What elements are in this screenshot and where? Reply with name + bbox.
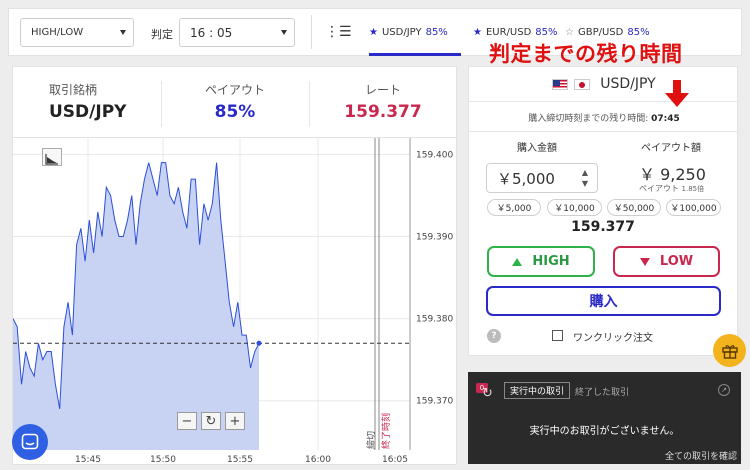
tab-payout: 85%	[535, 26, 558, 38]
gift-button[interactable]	[713, 334, 746, 367]
quick-amount-50000[interactable]: ￥50,000	[607, 199, 661, 216]
zoom-out-button[interactable]: −	[177, 412, 197, 430]
star-icon[interactable]: ★	[473, 27, 482, 38]
amount-input[interactable]: ￥5,000 ▲ ▼	[486, 163, 598, 193]
refresh-icon[interactable]: ↻	[482, 386, 493, 401]
tab-payout: 85%	[627, 26, 650, 38]
x-tick-label: 15:50	[150, 455, 176, 465]
payout-stat: ペイアウト 85%	[161, 67, 309, 139]
symbol-stat: 取引銘柄 USD/JPY	[13, 67, 161, 139]
y-tick-label: 159.370	[416, 397, 453, 407]
order-pair-header: USD/JPY	[469, 67, 739, 101]
triangle-down-icon	[639, 257, 650, 266]
high-label: HIGH	[532, 254, 570, 269]
annotation-text: 判定までの残り時間	[489, 42, 683, 66]
remaining-time-row: 購入締切時刻までの残り時間: 07:45	[469, 111, 739, 124]
tab-pair: USD/JPY	[381, 26, 422, 38]
one-click-checkbox[interactable]	[552, 330, 563, 341]
amount-label: 購入金額	[517, 143, 557, 154]
confirm-all-link[interactable]: 全ての取引を確認	[665, 449, 737, 462]
rate-value: 159.377	[344, 102, 422, 122]
y-tick-label: 159.380	[416, 315, 453, 325]
option-type-select[interactable]: HIGH/LOW	[20, 18, 134, 47]
stepper-icon[interactable]: ▲ ▼	[582, 167, 588, 189]
divider	[469, 131, 739, 132]
chart-type-icon[interactable]	[42, 148, 62, 166]
quick-amount-100000[interactable]: ￥100,000	[666, 199, 721, 216]
quick-amount-10000[interactable]: ￥10,000	[547, 199, 602, 216]
low-label: LOW	[659, 254, 694, 269]
remaining-time: 07:45	[651, 114, 680, 124]
low-button[interactable]: LOW	[613, 246, 720, 277]
payout-label: ペイアウト	[204, 83, 265, 97]
chevron-down-icon	[281, 30, 287, 35]
one-click-label[interactable]: ワンクリック注文	[573, 329, 653, 344]
arrow-down-icon	[665, 80, 689, 107]
jp-flag-icon	[574, 78, 591, 90]
judge-time-value: 16 : 05	[190, 25, 233, 40]
star-icon[interactable]: ★	[369, 27, 378, 38]
us-flag-icon	[552, 78, 569, 90]
deadline-label: 締切	[365, 431, 377, 449]
star-outline-icon[interactable]: ☆	[565, 27, 574, 38]
quick-amount-5000[interactable]: ￥5,000	[487, 199, 541, 216]
order-pair: USD/JPY	[600, 76, 656, 92]
stats-panel: 取引銘柄 USD/JPY ペイアウト 85% レート 159.377	[12, 66, 457, 138]
zoom-reset-button[interactable]: ↻	[201, 412, 221, 430]
menu-icon[interactable]: ⋮☰	[325, 25, 352, 39]
divider	[311, 15, 312, 49]
series-area	[13, 162, 259, 450]
rate-label: レート	[364, 83, 401, 97]
end-time-label: 終了時刻	[380, 413, 392, 449]
zoom-in-button[interactable]: +	[225, 412, 245, 430]
payout-amount-label: ペイアウト額	[641, 143, 701, 154]
payout-multiplier: 1.85倍	[681, 185, 705, 193]
chevron-down-icon	[120, 30, 126, 35]
payout-value: 85%	[214, 102, 256, 122]
tab-pair: EUR/USD	[485, 26, 532, 38]
chat-button[interactable]	[12, 424, 48, 460]
option-type-value: HIGH/LOW	[31, 27, 84, 38]
y-tick-label: 159.390	[416, 233, 453, 243]
y-tick-label: 159.400	[416, 150, 453, 160]
remaining-label: 購入締切時刻までの残り時間:	[528, 114, 649, 124]
tab-active-trades[interactable]: 実行中の取引	[504, 382, 571, 399]
buy-button[interactable]: 購入	[486, 286, 721, 316]
trades-panel: 0 ↻ 実行中の取引 終了した取引 ↗ 実行中のお取引がございません。 全ての取…	[468, 372, 741, 464]
payout-multiplier-row: ペイアウト 1.85倍	[639, 183, 704, 194]
tab-usdjpy[interactable]: ★ USD/JPY 85%	[369, 24, 448, 40]
gift-icon	[721, 344, 738, 359]
empty-trades-message: 実行中のお取引がございません。	[529, 426, 680, 437]
rate-stat: レート 159.377	[309, 67, 457, 139]
x-tick-label: 16:05	[382, 455, 408, 465]
judge-label: 判定	[151, 28, 173, 41]
current-rate: 159.377	[571, 219, 635, 235]
symbol-label: 取引銘柄	[49, 83, 98, 97]
payout-amount: ￥ 9,250	[639, 165, 706, 184]
payout-multiplier-label: ペイアウト	[639, 184, 679, 193]
active-tab-indicator	[369, 53, 461, 56]
triangle-up-icon	[512, 257, 523, 266]
tab-pair: GBP/USD	[577, 26, 624, 38]
amount-value: ￥5,000	[497, 169, 555, 188]
divider	[469, 101, 739, 102]
x-tick-label: 15:45	[75, 455, 101, 465]
external-link-icon[interactable]: ↗	[718, 384, 730, 396]
x-tick-label: 15:55	[227, 455, 253, 465]
tab-payout: 85%	[425, 26, 448, 38]
high-button[interactable]: HIGH	[487, 246, 595, 277]
x-tick-label: 16:00	[305, 455, 331, 465]
current-rate-point	[256, 340, 262, 346]
tab-closed-trades[interactable]: 終了した取引	[575, 385, 629, 398]
symbol-value: USD/JPY	[49, 102, 127, 122]
help-icon[interactable]: ?	[487, 329, 501, 343]
judge-time-select[interactable]: 16 : 05	[179, 18, 295, 47]
chat-icon	[21, 433, 39, 450]
